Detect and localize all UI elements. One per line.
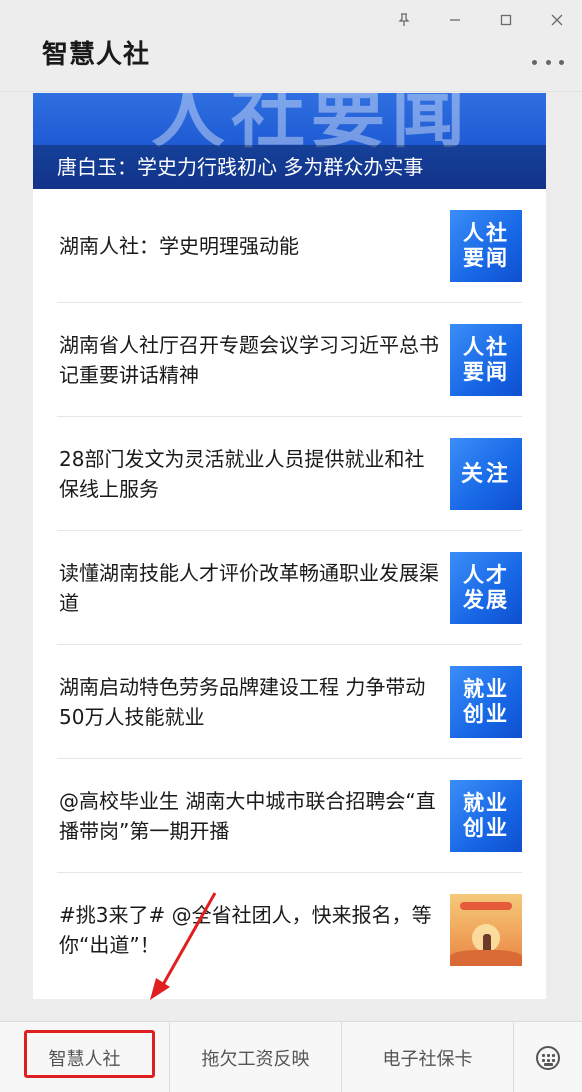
tab-label: 电子社保卡 <box>382 1048 473 1070</box>
news-card: 人社要闻 唐白玉：学史力行践初心 多为群众办实事 湖南人社：学史明理强动能 人社… <box>33 93 546 999</box>
tab-e-social-security-card[interactable]: 电子社保卡 <box>342 1022 514 1092</box>
news-title: 28部门发文为灵活就业人员提供就业和社保线上服务 <box>59 447 425 501</box>
news-title: 湖南人社：学史明理强动能 <box>59 234 299 258</box>
close-icon[interactable] <box>531 8 582 32</box>
pin-icon[interactable] <box>378 8 429 32</box>
news-item[interactable]: @高校毕业生 湖南大中城市联合招聘会“直播带岗”第一期开播 就业创业 <box>57 759 522 873</box>
app-title: 智慧人社 <box>42 40 151 70</box>
more-icon[interactable] <box>532 52 564 72</box>
news-title: 湖南省人社厅召开专题会议学习习近平总书记重要讲话精神 <box>59 333 439 387</box>
content-area[interactable]: 人社要闻 唐白玉：学史力行践初心 多为群众办实事 湖南人社：学史明理强动能 人社… <box>0 93 582 1020</box>
news-title: 湖南启动特色劳务品牌建设工程 力争带动50万人技能就业 <box>59 675 426 729</box>
thumbnail-label: 就业创业 <box>463 677 509 726</box>
poster-hill-shape <box>450 950 522 966</box>
thumbnail-label: 人社要闻 <box>463 221 509 270</box>
news-thumbnail: 就业创业 <box>450 666 522 738</box>
news-thumbnail: 人才发展 <box>450 552 522 624</box>
news-item[interactable]: 湖南启动特色劳务品牌建设工程 力争带动50万人技能就业 就业创业 <box>57 645 522 759</box>
poster-banner-shape <box>460 902 512 910</box>
news-item[interactable]: 湖南省人社厅召开专题会议学习习近平总书记重要讲话精神 人社要闻 <box>57 303 522 417</box>
minimize-icon[interactable] <box>429 8 480 32</box>
window-controls <box>378 8 582 32</box>
news-thumbnail: 人社要闻 <box>450 210 522 282</box>
thumbnail-label: 人社要闻 <box>463 335 509 384</box>
banner-caption: 唐白玉：学史力行践初心 多为群众办实事 <box>57 155 424 179</box>
news-thumbnail: 就业创业 <box>450 780 522 852</box>
thumbnail-label: 关注 <box>460 461 511 487</box>
news-list: 湖南人社：学史明理强动能 人社要闻 湖南省人社厅召开专题会议学习习近平总书记重要… <box>33 189 546 987</box>
news-item[interactable]: 读懂湖南技能人才评价改革畅通职业发展渠道 人才发展 <box>57 531 522 645</box>
news-title: 读懂湖南技能人才评价改革畅通职业发展渠道 <box>59 561 439 615</box>
news-item[interactable]: 28部门发文为灵活就业人员提供就业和社保线上服务 关注 <box>57 417 522 531</box>
tab-label: 拖欠工资反映 <box>201 1048 310 1070</box>
news-item[interactable]: 湖南人社：学史明理强动能 人社要闻 <box>57 189 522 303</box>
news-title: #挑3来了# @全省社团人，快来报名，等你“出道”！ <box>59 903 432 957</box>
news-banner[interactable]: 人社要闻 唐白玉：学史力行践初心 多为群众办实事 <box>33 93 546 189</box>
thumbnail-label: 就业创业 <box>463 791 509 840</box>
news-thumbnail: 人社要闻 <box>450 324 522 396</box>
news-title: @高校毕业生 湖南大中城市联合招聘会“直播带岗”第一期开播 <box>59 789 436 843</box>
tab-wage-arrears-report[interactable]: 拖欠工资反映 <box>170 1022 342 1092</box>
poster-thumbnail <box>450 894 522 966</box>
maximize-icon[interactable] <box>480 8 531 32</box>
news-thumbnail: 关注 <box>450 438 522 510</box>
highlight-box <box>24 1030 155 1078</box>
news-item[interactable]: #挑3来了# @全省社团人，快来报名，等你“出道”！ <box>57 873 522 987</box>
thumbnail-label: 人才发展 <box>463 563 509 612</box>
keyboard-icon[interactable] <box>514 1022 582 1092</box>
